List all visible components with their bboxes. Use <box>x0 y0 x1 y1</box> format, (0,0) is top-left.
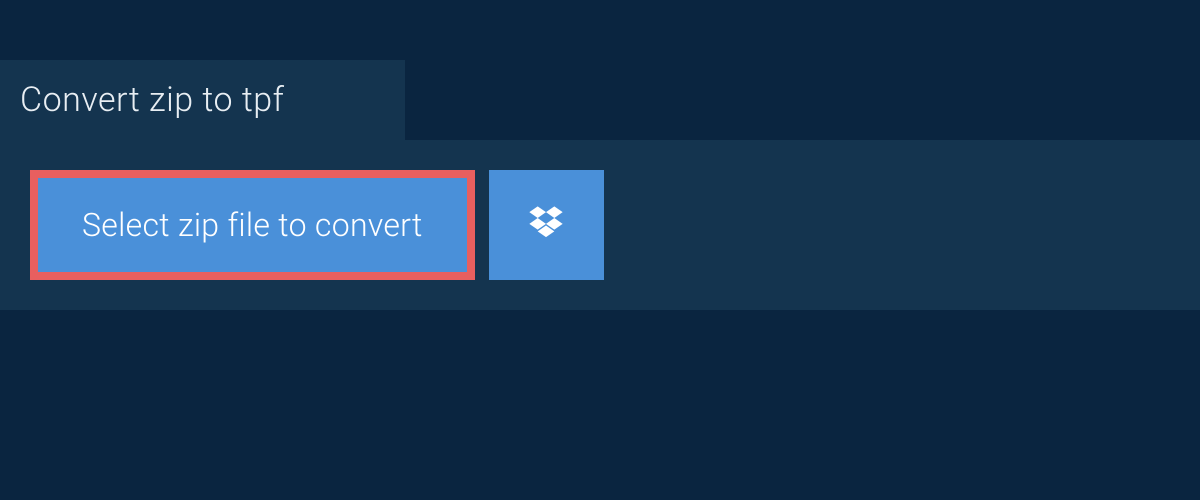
tab-header: Convert zip to tpf <box>0 60 405 140</box>
select-file-button[interactable]: Select zip file to convert <box>30 170 475 280</box>
dropbox-button[interactable] <box>489 170 604 280</box>
button-panel: Select zip file to convert <box>0 140 1200 310</box>
dropbox-icon <box>526 203 566 247</box>
page-title: Convert zip to tpf <box>20 80 375 120</box>
select-file-label: Select zip file to convert <box>82 206 423 244</box>
